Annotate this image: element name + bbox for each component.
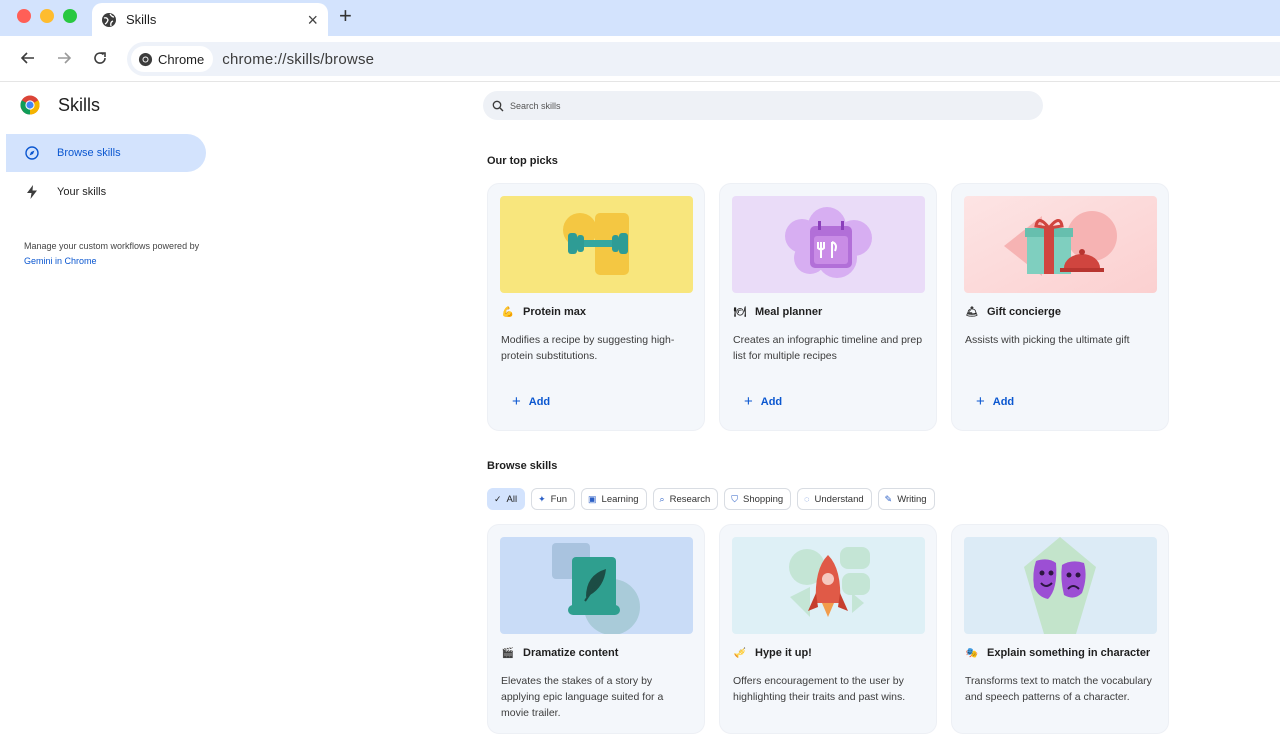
clapperboard-icon: 🎬 [501,647,515,659]
plate-icon: 🍽 [733,306,747,318]
add-label: Add [528,396,551,408]
bell-icon: 🛎 [965,306,979,318]
card-title: Dramatize content [523,647,619,659]
checkmark-icon: ✓ [494,493,502,504]
filter-label: Fun [550,493,568,505]
minimize-window-button[interactable] [40,9,54,23]
card-description: Creates an infographic timeline and prep… [733,334,923,362]
filter-shopping[interactable]: ⛉ Shopping [724,488,792,510]
gemini-link[interactable]: Gemini in Chrome [24,256,97,266]
card-title: Hype it up! [755,647,812,659]
filter-label: Shopping [743,493,784,505]
add-skill-button[interactable]: + Add [512,393,551,410]
arrow-left-icon [20,52,34,64]
hype-it-up-illustration [732,537,925,634]
meal-planner-illustration [732,196,925,293]
sidebar-item-your-skills[interactable]: Your skills [6,173,206,211]
new-tab-button[interactable]: + [339,5,352,27]
filter-understand[interactable]: ◌ Understand [797,488,872,510]
filter-label: All [506,493,518,505]
sidebar-item-browse-skills[interactable]: Browse skills [6,134,206,172]
filter-all[interactable]: ✓ All [487,488,526,510]
skill-card-meal-planner[interactable]: 🍽 Meal planner Creates an infographic ti… [719,183,937,431]
search-bar[interactable] [483,91,1043,120]
sparkle-icon: ✦ [538,493,546,504]
search-icon [492,100,504,112]
shopping-bag-icon: ⛉ [731,493,739,504]
tab-title: Skills [126,12,157,27]
card-description: Modifies a recipe by suggesting high-pro… [501,334,675,362]
site-chip-label: Chrome [158,51,205,67]
maximize-window-button[interactable] [63,9,77,23]
filter-label: Research [669,493,711,505]
tab-strip: Skills × + [0,0,1280,36]
close-tab-icon[interactable]: × [307,11,318,29]
bolt-icon [24,184,40,200]
card-title: Gift concierge [987,306,1061,318]
card-title: Explain something in character [987,647,1151,659]
explain-in-character-illustration [964,537,1157,634]
card-description: Offers encouragement to the user by high… [733,675,906,703]
omnibox[interactable]: Chrome chrome://skills/browse [127,42,1280,76]
browse-skills-heading: Browse skills [487,460,558,472]
skill-card-explain-in-character[interactable]: 🎭 Explain something in character Transfo… [951,524,1169,734]
lightbulb-icon: ◌ [804,494,810,504]
sidebar-note: Manage your custom workflows powered by … [24,239,214,269]
search-input[interactable] [510,100,910,111]
gift-concierge-illustration [964,196,1157,293]
close-window-button[interactable] [17,9,31,23]
category-filters: ✓ All ✦ Fun ▣ Learning ⌕ Research ⛉ Shop… [487,488,941,510]
card-description: Assists with picking the ultimate gift [965,334,1130,346]
add-label: Add [760,396,783,408]
site-info-chip[interactable]: Chrome [131,46,214,72]
sidebar-item-label: Your skills [57,186,107,198]
reload-button[interactable] [90,48,110,68]
filter-label: Understand [814,493,864,505]
dramatize-content-illustration [500,537,693,634]
add-skill-button[interactable]: + Add [976,393,1015,410]
card-description: Transforms text to match the vocabulary … [965,675,1152,703]
skill-card-hype-it-up[interactable]: 🎺 Hype it up! Offers encouragement to th… [719,524,937,734]
sidebar-item-label: Browse skills [57,147,121,159]
protein-max-illustration [500,196,693,293]
plus-icon: + [744,393,753,410]
sidebar-note-text: Manage your custom workflows powered by [24,241,200,251]
filter-fun[interactable]: ✦ Fun [531,488,576,510]
skill-card-protein-max[interactable]: 💪 Protein max Modifies a recipe by sugge… [487,183,705,431]
plus-icon: + [512,393,521,410]
arrow-right-icon [58,52,72,64]
compass-icon [24,145,40,161]
research-icon: ⌕ [659,493,665,504]
url-text[interactable]: chrome://skills/browse [222,51,374,68]
card-description: Elevates the stakes of a story by applyi… [501,675,664,719]
top-picks-heading: Our top picks [487,155,558,167]
plus-icon: + [976,393,985,410]
flexed-biceps-icon: 💪 [501,306,515,318]
chrome-logo-icon [20,95,40,115]
globe-icon [101,12,117,28]
browser-tab[interactable]: Skills × [92,3,328,36]
app-title: Skills [58,95,101,115]
add-skill-button[interactable]: + Add [744,393,783,410]
add-label: Add [992,396,1015,408]
back-button[interactable] [18,48,38,68]
forward-button[interactable] [54,48,74,68]
filter-research[interactable]: ⌕ Research [652,488,719,510]
theater-masks-icon: 🎭 [965,647,979,659]
trumpet-icon: 🎺 [733,647,747,659]
card-title: Meal planner [755,306,823,318]
skill-card-gift-concierge[interactable]: 🛎 Gift concierge Assists with picking th… [951,183,1169,431]
skill-card-dramatize-content[interactable]: 🎬 Dramatize content Elevates the stakes … [487,524,705,734]
card-title: Protein max [523,306,586,318]
reload-icon [94,52,106,64]
browser-toolbar: Chrome chrome://skills/browse [0,36,1280,82]
chrome-icon [138,52,153,67]
filter-label: Learning [601,493,639,505]
filter-writing[interactable]: ✎ Writing [877,488,935,510]
pen-icon: ✎ [884,493,893,504]
filter-learning[interactable]: ▣ Learning [581,488,647,510]
filter-label: Writing [897,493,927,505]
book-icon: ▣ [588,493,597,504]
